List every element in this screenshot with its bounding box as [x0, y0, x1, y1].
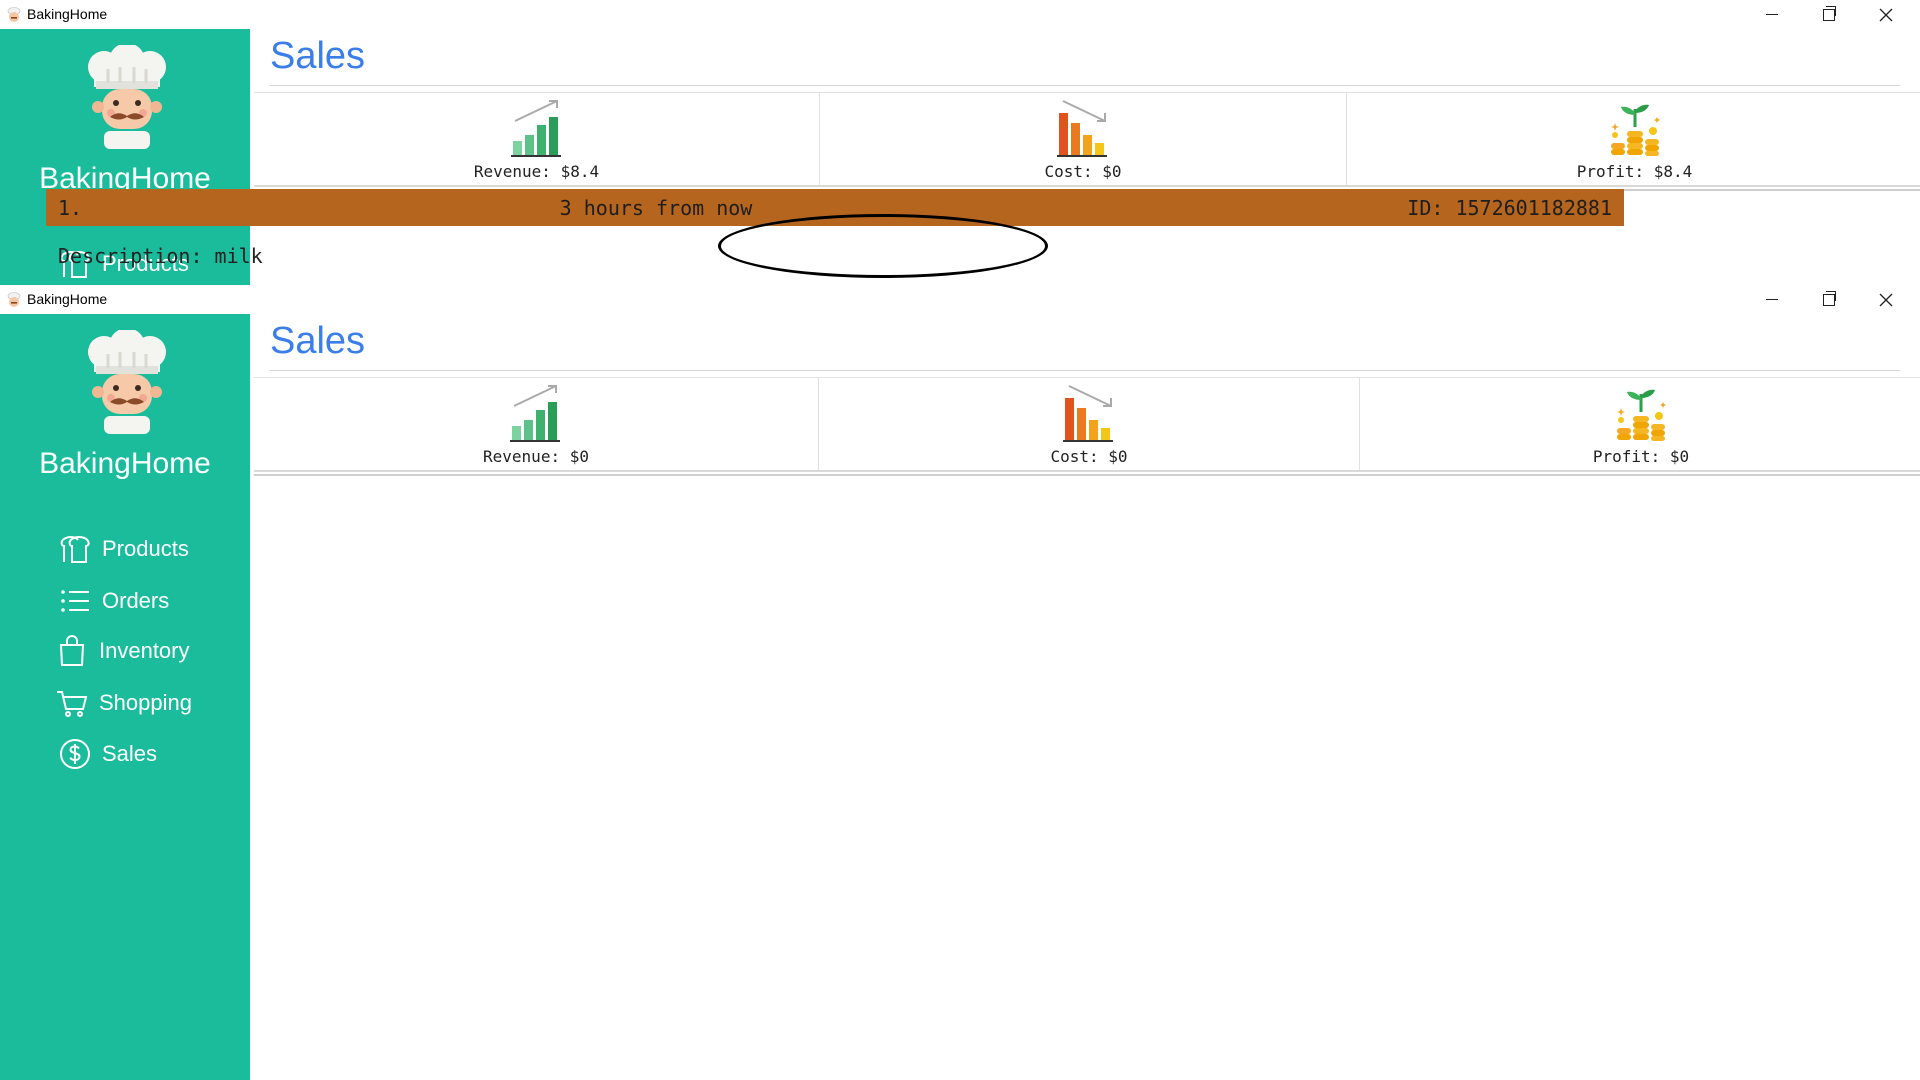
- cost-down-chart-icon: [1063, 385, 1113, 442]
- sidebar-item-label: Inventory: [99, 638, 190, 663]
- profit-coins-plant-icon: [1617, 389, 1666, 441]
- window-title: BakingHome: [27, 6, 108, 22]
- revenue-card: Revenue: $0: [254, 378, 819, 470]
- sidebar-item-products[interactable]: Products: [58, 532, 189, 566]
- chef-logo-icon: [88, 45, 166, 149]
- title-bar[interactable]: BakingHome: [0, 0, 1920, 29]
- bag-icon: [59, 635, 85, 666]
- order-time: 3 hours from now: [559, 196, 753, 220]
- summary-cards: Revenue: $0 Cost: $0 Profit: $0: [254, 377, 1920, 472]
- main-content: Sales Revenue: $0 Cost: $0 Profit: $0: [252, 314, 1920, 1080]
- summary-cards: Revenue: $8.4 Cost: $0 Profit: $8.4: [254, 92, 1920, 187]
- sidebar-item-label: Shopping: [99, 690, 192, 715]
- revenue-up-chart-icon: [510, 385, 560, 442]
- sidebar-item-sales[interactable]: Sales: [58, 737, 157, 771]
- profit-label: Profit: $0: [1592, 447, 1690, 466]
- close-icon: [1879, 8, 1892, 21]
- divider: [270, 370, 1900, 371]
- cost-card: Cost: $0: [819, 378, 1360, 470]
- cost-card: Cost: $0: [820, 93, 1347, 185]
- close-button[interactable]: [1857, 285, 1914, 314]
- sidebar-item-inventory[interactable]: Inventory: [55, 634, 190, 668]
- sidebar-item-shopping[interactable]: Shopping: [55, 686, 192, 720]
- restore-icon: [1822, 5, 1836, 21]
- sidebar-item-orders[interactable]: Orders: [58, 584, 169, 618]
- order-description: Description: milk: [58, 244, 263, 268]
- maximize-button[interactable]: [1800, 0, 1857, 29]
- divider: [270, 85, 1900, 86]
- page-title: Sales: [270, 35, 366, 77]
- cost-label: Cost: $0: [1050, 447, 1128, 466]
- profit-card: Profit: $8.4: [1347, 93, 1920, 185]
- close-icon: [1879, 293, 1892, 306]
- cost-label: Cost: $0: [1044, 162, 1122, 181]
- highlight-ellipse: [718, 214, 1048, 278]
- brand-name: BakingHome: [39, 447, 211, 480]
- list-icon: [61, 590, 89, 612]
- bread-icon: [60, 535, 90, 563]
- profit-coins-plant-icon: [1610, 104, 1660, 156]
- main-content: Sales Revenue: $8.4 Cost: $0 Profit: $8.…: [252, 29, 1920, 285]
- app-icon: [7, 7, 21, 22]
- profit-card: Profit: $0: [1360, 378, 1920, 470]
- app-window-top: BakingHome BakingHome Products Sales Rev…: [0, 0, 1920, 285]
- divider: [254, 474, 1920, 476]
- order-id: ID: 1572601182881: [1407, 196, 1612, 220]
- minimize-button[interactable]: [1743, 0, 1800, 29]
- profit-label: Profit: $8.4: [1576, 162, 1693, 181]
- title-bar[interactable]: BakingHome: [0, 285, 1920, 314]
- revenue-label: Revenue: $0: [483, 447, 589, 466]
- minimize-button[interactable]: [1743, 285, 1800, 314]
- sidebar-item-label: Orders: [102, 588, 170, 613]
- revenue-card: Revenue: $8.4: [254, 93, 820, 185]
- restore-icon: [1822, 290, 1836, 306]
- page-title: Sales: [270, 320, 366, 362]
- dollar-circle-icon: [60, 739, 90, 769]
- close-button[interactable]: [1857, 0, 1914, 29]
- revenue-up-chart-icon: [510, 100, 561, 157]
- sidebar-item-label: Sales: [102, 741, 158, 766]
- window-title: BakingHome: [27, 291, 108, 307]
- app-window-bottom: BakingHome BakingHome Products Orders In…: [0, 285, 1920, 1080]
- chef-logo-icon: [88, 330, 166, 434]
- sidebar-item-label: Products: [102, 536, 189, 561]
- revenue-label: Revenue: $8.4: [473, 162, 600, 181]
- cart-icon: [57, 691, 88, 717]
- sidebar: BakingHome Products Orders Inventory Sho…: [0, 314, 250, 1080]
- cost-down-chart-icon: [1057, 100, 1107, 157]
- app-icon: [7, 292, 21, 307]
- maximize-button[interactable]: [1800, 285, 1857, 314]
